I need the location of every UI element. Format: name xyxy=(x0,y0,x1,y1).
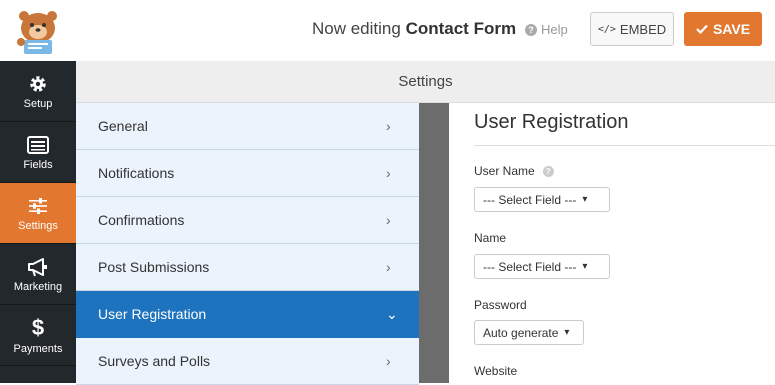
panel-label: Post Submissions xyxy=(98,259,210,275)
settings-title: Settings xyxy=(398,73,453,90)
wpforms-logo xyxy=(0,0,76,61)
password-label: Password xyxy=(474,298,527,312)
panel-label: Surveys and Polls xyxy=(98,353,211,369)
name-label: Name xyxy=(474,231,506,245)
nav-settings[interactable]: Settings xyxy=(0,183,76,244)
left-nav: Setup Fields Settings Marketing $ Paymen… xyxy=(0,61,76,383)
chevron-down-icon: ▾ xyxy=(564,327,570,338)
embed-button[interactable]: </> EMBED xyxy=(590,12,674,46)
help-icon: ? xyxy=(525,23,537,36)
user-name-label: User Name ? xyxy=(474,164,554,178)
content-title: User Registration xyxy=(474,111,629,133)
list-icon xyxy=(27,134,49,156)
password-select[interactable]: Auto generate ▾ xyxy=(474,320,584,345)
panel-label: Notifications xyxy=(98,165,175,181)
panel-post-submissions[interactable]: Post Submissions › xyxy=(76,244,419,291)
panel-user-registration[interactable]: User Registration ⌄ xyxy=(76,291,419,338)
sliders-icon xyxy=(28,195,48,217)
chevron-right-icon: › xyxy=(386,165,391,181)
field-label: Website xyxy=(474,364,518,378)
nav-label: Settings xyxy=(18,219,58,232)
title-divider xyxy=(474,145,775,146)
chevron-down-icon: ▾ xyxy=(582,261,588,272)
select-value: Auto generate xyxy=(483,325,559,340)
panel-surveys-and-polls[interactable]: Surveys and Polls › xyxy=(76,338,419,385)
panel-confirmations[interactable]: Confirmations › xyxy=(76,197,419,244)
select-value: --- Select Field --- xyxy=(483,192,577,207)
user-name-select[interactable]: --- Select Field --- ▾ xyxy=(474,187,610,212)
website-label: Website xyxy=(474,364,517,378)
chevron-down-icon: ⌄ xyxy=(386,305,398,322)
megaphone-icon xyxy=(27,256,49,278)
chevron-right-icon: › xyxy=(386,259,391,275)
panel-label: User Registration xyxy=(98,306,207,322)
chevron-right-icon: › xyxy=(386,118,391,134)
nav-label: Payments xyxy=(13,342,63,355)
save-label: SAVE xyxy=(712,21,751,37)
panel-label: General xyxy=(98,118,148,134)
name-select[interactable]: --- Select Field --- ▾ xyxy=(474,254,610,279)
editing-prefix: Now editing xyxy=(312,19,401,38)
panel-general[interactable]: General › xyxy=(76,103,419,150)
chevron-down-icon: ▾ xyxy=(582,194,588,205)
nav-payments[interactable]: $ Payments xyxy=(0,305,76,366)
nav-marketing[interactable]: Marketing xyxy=(0,244,76,305)
top-bar: Now editing Contact Form ? Help </> EMBE… xyxy=(0,0,775,62)
help-tooltip-icon[interactable]: ? xyxy=(542,165,554,177)
nav-label: Marketing xyxy=(13,280,63,293)
nav-fields[interactable]: Fields xyxy=(0,122,76,183)
save-button[interactable]: SAVE xyxy=(684,12,762,46)
field-label: Password xyxy=(474,298,527,312)
select-value: --- Select Field --- xyxy=(483,259,577,274)
panel-label: Confirmations xyxy=(98,212,185,228)
code-icon: </> xyxy=(597,23,616,35)
help-link[interactable]: ? Help xyxy=(525,22,568,37)
chevron-right-icon: › xyxy=(386,212,391,228)
editing-title: Now editing Contact Form xyxy=(312,19,516,39)
user-registration-content: User Registration User Name ? --- Select… xyxy=(449,103,775,383)
panel-divider xyxy=(419,103,449,383)
nav-setup[interactable]: Setup xyxy=(0,61,76,122)
settings-header: Settings xyxy=(76,61,775,103)
dollar-icon: $ xyxy=(31,314,45,340)
embed-label: EMBED xyxy=(619,21,667,37)
check-icon xyxy=(696,24,708,34)
nav-label: Setup xyxy=(23,97,53,110)
chevron-right-icon: › xyxy=(386,353,391,369)
help-label: Help xyxy=(541,22,568,37)
gear-icon xyxy=(28,73,48,95)
nav-label: Fields xyxy=(23,158,53,171)
form-name: Contact Form xyxy=(405,19,517,38)
field-label: User Name xyxy=(474,164,535,178)
panel-notifications[interactable]: Notifications › xyxy=(76,150,419,197)
field-label: Name xyxy=(474,231,507,245)
settings-panel-list: General › Notifications › Confirmations … xyxy=(76,103,419,385)
